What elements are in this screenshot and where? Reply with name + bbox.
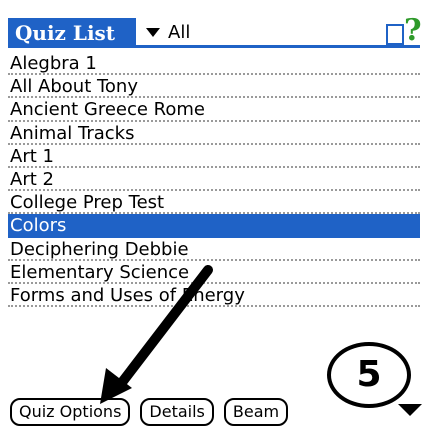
step-number-badge: 5	[327, 342, 411, 408]
palm-screen: Quiz List All ? Alegbra 1 All About Tony…	[0, 0, 430, 436]
